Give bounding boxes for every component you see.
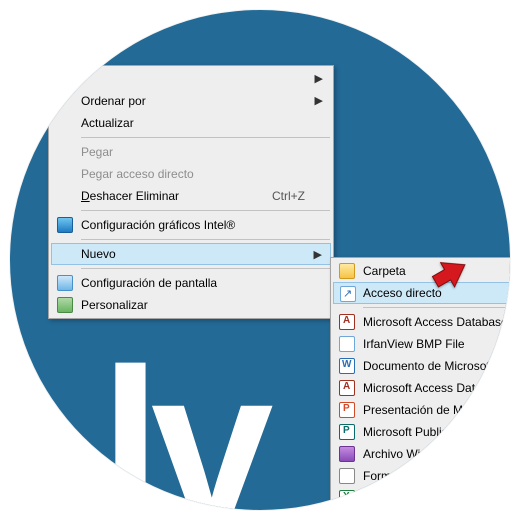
menu-item-pantalla[interactable]: Configuración de pantalla (51, 272, 331, 294)
submenu-nuevo: Carpeta Acceso directo Microsoft Access … (330, 257, 510, 510)
menu-item-view[interactable]: ▶ (51, 68, 331, 90)
submenu-item-excel[interactable]: Ho (333, 487, 510, 509)
menu-item-deshacer[interactable]: Deshacer Eliminar Ctrl+Z (51, 185, 331, 207)
access-icon (339, 314, 355, 330)
menu-separator (81, 210, 330, 211)
shortcut-label: Ctrl+Z (272, 189, 305, 203)
menu-item-intel[interactable]: Configuración gráficos Intel® (51, 214, 331, 236)
desktop-context-menu: ▶ Ordenar por ▶ Actualizar Pegar Pegar a… (48, 65, 334, 319)
publisher-icon (339, 424, 355, 440)
menu-separator (81, 137, 330, 138)
winrar-icon (339, 446, 355, 462)
submenu-item-publisher[interactable]: Microsoft Publisher Doc (333, 421, 510, 443)
submenu-item-bmp[interactable]: IrfanView BMP File (333, 333, 510, 355)
menu-item-ordenar[interactable]: Ordenar por ▶ (51, 90, 331, 112)
menu-item-personalizar[interactable]: Personalizar (51, 294, 331, 316)
submenu-arrow-icon: ▶ (315, 94, 323, 107)
text-file-icon (339, 468, 355, 484)
shortcut-icon (340, 286, 356, 302)
menu-item-pegar: Pegar (51, 141, 331, 163)
submenu-arrow-icon: ▶ (314, 248, 322, 261)
menu-item-actualizar[interactable]: Actualizar (51, 112, 331, 134)
folder-icon (339, 263, 355, 279)
submenu-item-ppt[interactable]: Presentación de Microsoft (333, 399, 510, 421)
intel-icon (57, 217, 73, 233)
submenu-item-acceso-directo[interactable]: Acceso directo (333, 282, 510, 304)
wallpaper-text: lv (100, 320, 263, 510)
submenu-item-rar[interactable]: Archivo WinRAR (333, 443, 510, 465)
submenu-item-access[interactable]: Microsoft Access Database (333, 311, 510, 333)
submenu-item-carpeta[interactable]: Carpeta (333, 260, 510, 282)
submenu-item-access2[interactable]: Microsoft Access Database (333, 377, 510, 399)
menu-separator (363, 307, 510, 308)
menu-item-nuevo[interactable]: Nuevo ▶ (51, 243, 331, 265)
bmp-icon (339, 336, 355, 352)
excel-icon (339, 490, 355, 506)
menu-separator (81, 268, 330, 269)
menu-item-pegar-acceso: Pegar acceso directo (51, 163, 331, 185)
submenu-item-word[interactable]: Documento de Microsoft Wor (333, 355, 510, 377)
display-icon (57, 275, 73, 291)
powerpoint-icon (339, 402, 355, 418)
submenu-item-txt[interactable]: Formato de text (333, 465, 510, 487)
word-icon (339, 358, 355, 374)
submenu-arrow-icon: ▶ (315, 72, 323, 85)
menu-separator (81, 239, 330, 240)
personalize-icon (57, 297, 73, 313)
access-icon (339, 380, 355, 396)
